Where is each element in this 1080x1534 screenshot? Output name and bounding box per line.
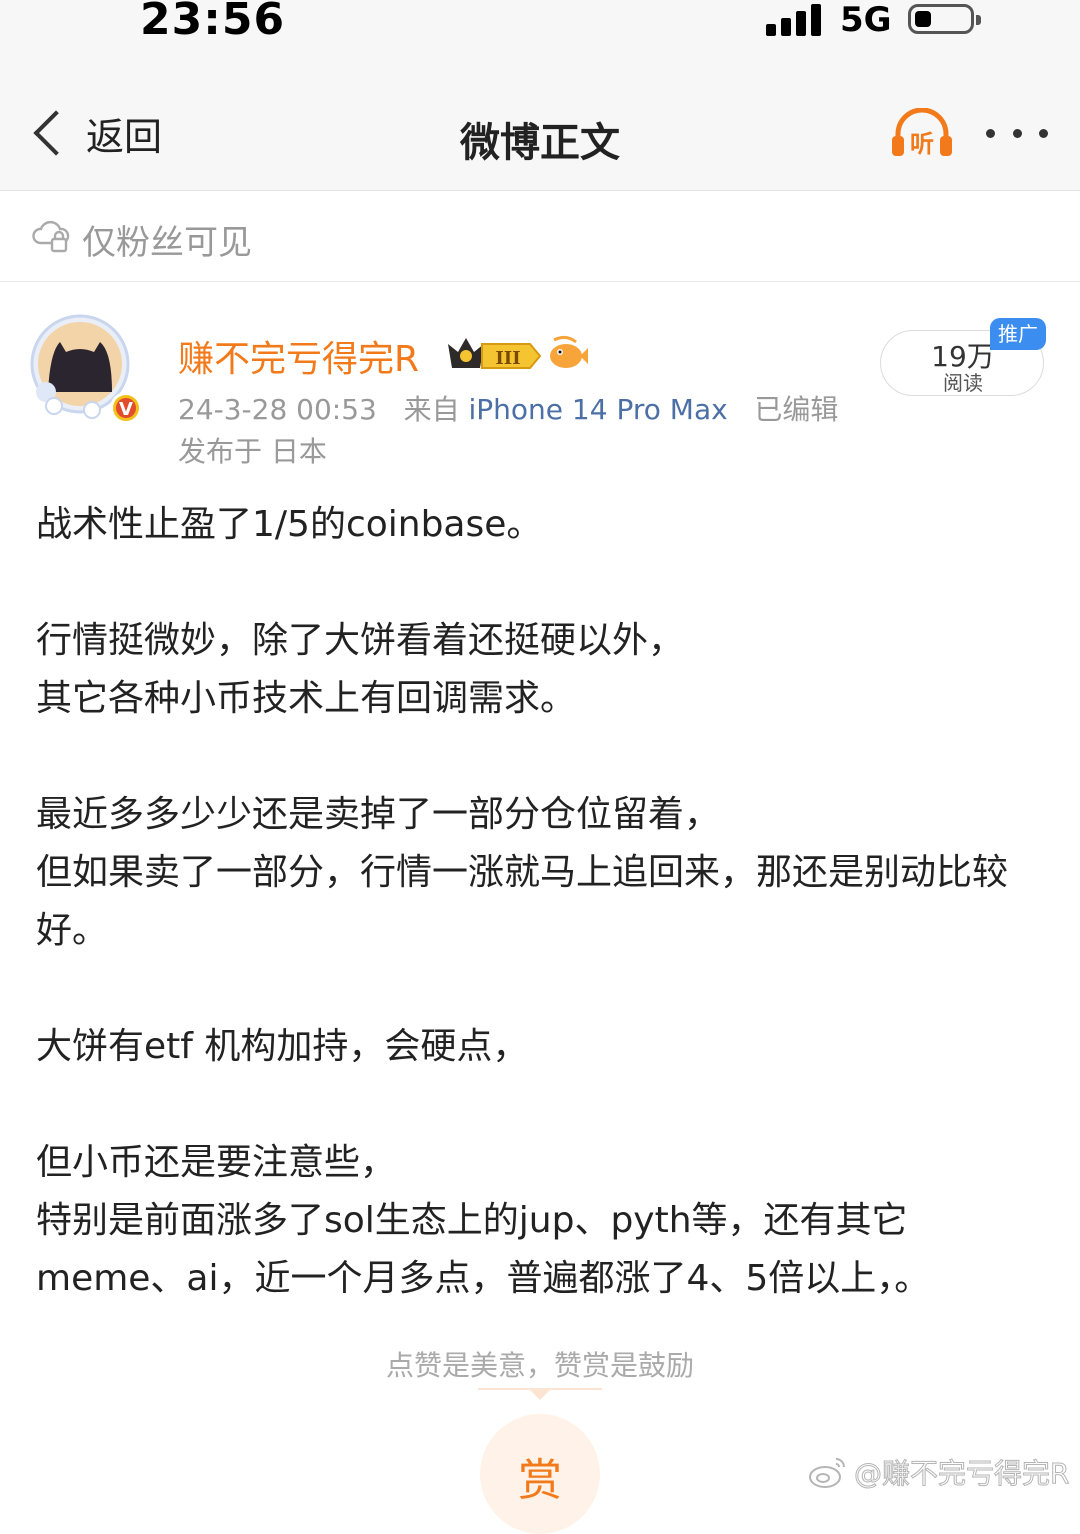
source-prefix: 来自 bbox=[403, 393, 460, 426]
fish-badge-icon[interactable] bbox=[546, 334, 588, 374]
edited-label[interactable]: 已编辑 bbox=[754, 393, 838, 426]
member-level-badge[interactable]: III bbox=[446, 334, 542, 374]
dot-icon bbox=[986, 128, 995, 138]
dot-icon bbox=[1039, 128, 1048, 138]
post-paragraph: 战术性止盈了1/5的coinbase。 bbox=[36, 504, 543, 545]
avatar[interactable]: V bbox=[30, 312, 144, 426]
reward-button[interactable]: 赏 bbox=[480, 1414, 600, 1534]
post-paragraph: 但小币还是要注意些， 特别是前面涨多了sol生态上的jup、pyth等，还有其它… bbox=[36, 1142, 931, 1299]
watermark: @赚不完亏得完R bbox=[808, 1452, 1070, 1492]
status-time: 23:56 bbox=[140, 0, 286, 45]
status-bar: 23:56 5G bbox=[0, 0, 1080, 60]
level-label: III bbox=[495, 348, 520, 369]
network-type: 5G bbox=[840, 0, 892, 40]
post-paragraph: 最近多多少少还是卖掉了一部分仓位留着， 但如果卖了一部分，行情一涨就马上追回来，… bbox=[36, 794, 1009, 951]
post-paragraph: 大饼有etf 机构加持，会硬点， bbox=[36, 1026, 529, 1067]
watermark-text: @赚不完亏得完R bbox=[853, 1457, 1070, 1491]
post-location: 发布于 日本 bbox=[178, 435, 327, 468]
post-body: 战术性止盈了1/5的coinbase。 行情挺微妙，除了大饼看着还挺硬以外， 其… bbox=[36, 496, 1046, 1366]
read-label: 阅读 bbox=[943, 371, 983, 395]
promote-tag[interactable]: 推广 bbox=[990, 318, 1046, 350]
dot-icon bbox=[1012, 128, 1022, 138]
visibility-row: 仅粉丝可见 bbox=[0, 191, 1080, 282]
lock-cloud-icon bbox=[32, 220, 70, 253]
post-timestamp: 24-3-28 00:53 bbox=[178, 393, 377, 426]
reward-label: 赏 bbox=[518, 1455, 562, 1506]
weibo-logo-icon bbox=[809, 1458, 845, 1488]
post-meta: 24-3-28 00:53 来自 iPhone 14 Pro Max 已编辑 bbox=[178, 388, 838, 428]
reward-hint: 点赞是美意，赞赏是鼓励 bbox=[385, 1349, 694, 1382]
device-link[interactable]: iPhone 14 Pro Max bbox=[469, 393, 728, 426]
visibility-label: 仅粉丝可见 bbox=[82, 223, 252, 263]
listen-label: 听 bbox=[910, 130, 934, 158]
headphones-icon: 听 bbox=[892, 107, 952, 158]
post-paragraph: 行情挺微妙，除了大饼看着还挺硬以外， 其它各种小币技术上有回调需求。 bbox=[36, 620, 685, 719]
caret-down-icon bbox=[530, 1390, 550, 1400]
battery-icon bbox=[908, 4, 981, 34]
verified-badge: V bbox=[119, 399, 133, 420]
author-name[interactable]: 赚不完亏得完R bbox=[178, 330, 419, 382]
listen-button[interactable]: 听 bbox=[890, 107, 954, 158]
signal-icon bbox=[766, 4, 826, 36]
nav-bar: 返回 微博正文 听 bbox=[0, 60, 1080, 191]
more-options-button[interactable] bbox=[986, 118, 1048, 148]
